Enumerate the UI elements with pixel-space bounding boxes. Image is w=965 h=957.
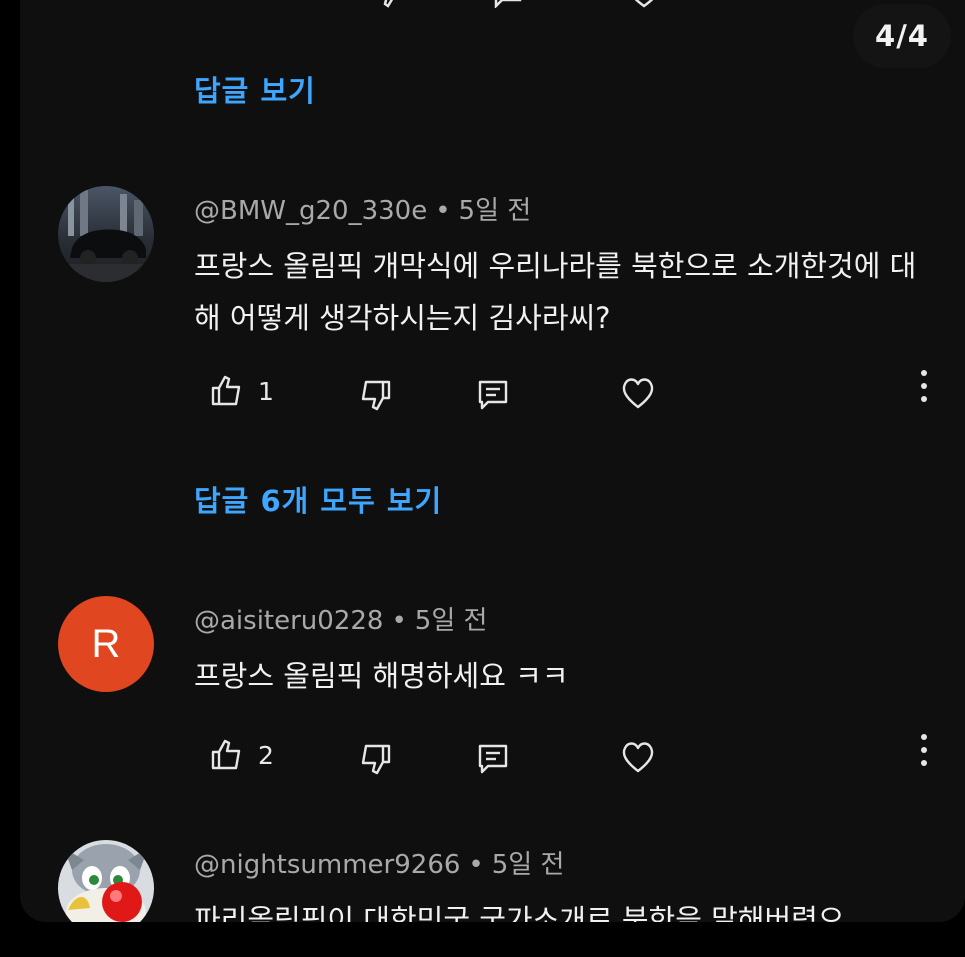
dislike-button[interactable] <box>358 370 392 420</box>
reply-icon[interactable] <box>490 0 526 8</box>
avatar[interactable] <box>58 186 154 282</box>
avatar-letter: R <box>91 621 121 666</box>
comment-text: 파리올림픽이 대한민국 국가소개로 북한을 말해버렸으 <box>194 903 845 922</box>
heart-icon[interactable] <box>626 0 662 8</box>
view-all-replies-link[interactable]: 답글 6개 모두 보기 <box>194 478 442 520</box>
comment-time: 5일 전 <box>491 850 565 880</box>
thumbs-down-icon <box>361 744 391 775</box>
like-button[interactable]: 2 <box>210 730 274 780</box>
reply-icon <box>478 380 508 410</box>
comment-meta: @BMW_g20_330e • 5일 전 <box>194 190 531 227</box>
view-replies-link[interactable]: 답글 보기 <box>194 68 316 110</box>
page-indicator: 4/4 <box>853 4 951 68</box>
thumbs-down-icon <box>361 380 391 411</box>
reply-button[interactable] <box>476 734 510 784</box>
thumbs-down-icon[interactable] <box>372 0 408 8</box>
more-vertical-icon[interactable] <box>919 370 929 410</box>
comment-text: 프랑스 올림픽 개막식에 우리나라를 북한으로 소개한것에 대해 어떻게 생각하… <box>194 249 917 335</box>
avatar[interactable] <box>58 840 154 922</box>
heart-button[interactable] <box>620 732 656 782</box>
comment-time: 5일 전 <box>458 196 532 226</box>
more-vertical-icon[interactable] <box>919 734 929 774</box>
reply-icon <box>478 744 508 774</box>
reply-button[interactable] <box>476 370 510 420</box>
comment-author[interactable]: @nightsummer9266 <box>194 850 460 880</box>
comment-author[interactable]: @BMW_g20_330e <box>194 196 427 226</box>
like-count: 2 <box>258 740 274 770</box>
thumbs-up-icon <box>211 739 241 770</box>
comment-meta: @nightsummer9266 • 5일 전 <box>194 844 564 881</box>
separator-dot: • <box>391 606 407 636</box>
thumbs-up-icon <box>211 375 241 406</box>
comment-actions: 1 <box>20 366 965 416</box>
heart-button[interactable] <box>620 368 656 418</box>
avatar[interactable]: R <box>58 596 154 692</box>
dislike-button[interactable] <box>358 734 392 784</box>
comment-meta: @aisiteru0228 • 5일 전 <box>194 600 487 637</box>
comment-author[interactable]: @aisiteru0228 <box>194 606 383 636</box>
separator-dot: • <box>468 850 484 880</box>
comment-text: 프랑스 올림픽 해명하세요 ㅋㅋ <box>194 659 569 693</box>
heart-icon <box>622 742 654 773</box>
heart-icon <box>622 378 654 409</box>
like-count: 1 <box>258 376 274 406</box>
separator-dot: • <box>435 196 451 226</box>
comment-actions: 2 <box>20 730 965 780</box>
previous-comment-actions <box>20 0 965 8</box>
app-frame: 4/4 답글 보기 @BMW_g20_330e • 5일 전 프랑스 올림픽 개… <box>0 0 965 957</box>
like-button[interactable]: 1 <box>210 366 274 416</box>
comment-time: 5일 전 <box>414 606 488 636</box>
comments-screen: 4/4 답글 보기 @BMW_g20_330e • 5일 전 프랑스 올림픽 개… <box>20 0 965 922</box>
